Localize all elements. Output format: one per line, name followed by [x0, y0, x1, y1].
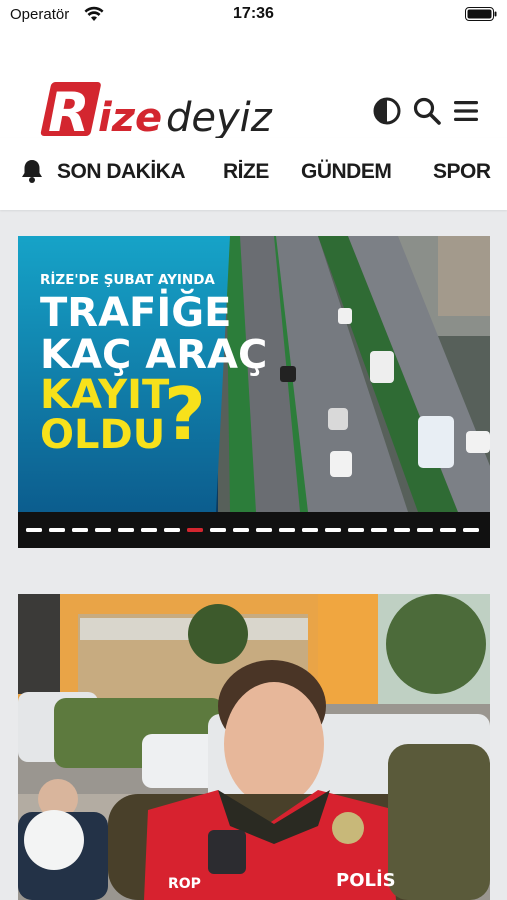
image-line-4: OLDU [40, 412, 166, 458]
slider-dot[interactable] [325, 528, 341, 532]
svg-text:ize: ize [98, 95, 162, 140]
news-card-police[interactable]: ROP POLİS [18, 594, 490, 900]
badge-text-right: POLİS [336, 870, 396, 891]
category-nav: SON DAKİKA RİZE GÜNDEM SPOR [0, 138, 507, 210]
menu-icon[interactable] [452, 96, 482, 126]
bell-icon [22, 160, 42, 183]
slider-dot[interactable] [417, 528, 433, 532]
battery-icon [465, 7, 497, 21]
contrast-icon[interactable] [372, 96, 402, 126]
slider-dot[interactable] [233, 528, 249, 532]
slider-dot[interactable] [141, 528, 157, 532]
nav-item-rize[interactable]: RİZE [223, 160, 269, 184]
slider-dot[interactable] [95, 528, 111, 532]
news-card-traffic[interactable]: RİZE'DE ŞUBAT AYINDA TRAFİĞE KAÇ ARAÇ KA… [18, 236, 490, 548]
slider-dot[interactable] [440, 528, 456, 532]
slider-dot[interactable] [26, 528, 42, 532]
svg-text:deyiz: deyiz [166, 95, 273, 140]
image-line-2: KAÇ ARAÇ [40, 332, 268, 378]
slider-dot[interactable] [72, 528, 88, 532]
news-image-police [18, 594, 490, 900]
image-line-1: TRAFİĞE [40, 290, 232, 336]
slider-dot[interactable] [49, 528, 65, 532]
slider-dot[interactable] [118, 528, 134, 532]
slider-dot-active[interactable] [187, 528, 203, 532]
image-kicker: RİZE'DE ŞUBAT AYINDA [40, 272, 215, 288]
nav-item-son-dakika[interactable]: SON DAKİKA [57, 160, 186, 184]
app-header: R ize deyiz [0, 30, 507, 140]
search-icon[interactable] [412, 96, 442, 126]
svg-text:R: R [48, 81, 90, 140]
rizedeyiz-logo[interactable]: R ize deyiz [38, 80, 298, 140]
badge-text-left: ROP [168, 876, 201, 892]
nav-item-spor[interactable]: SPOR [433, 160, 491, 184]
slider-dot[interactable] [210, 528, 226, 532]
clock: 17:36 [233, 5, 274, 22]
slider-dot[interactable] [164, 528, 180, 532]
slider-dot[interactable] [348, 528, 364, 532]
slider-dot[interactable] [463, 528, 479, 532]
nav-item-gundem[interactable]: GÜNDEM [301, 160, 392, 184]
image-line-3: KAYIT [40, 372, 170, 418]
slider-dot[interactable] [394, 528, 410, 532]
slider-dot[interactable] [256, 528, 272, 532]
slider-dot[interactable] [302, 528, 318, 532]
slider-dot[interactable] [279, 528, 295, 532]
question-mark: ? [164, 372, 206, 456]
slider-dot[interactable] [371, 528, 387, 532]
status-bar: Operatör 17:36 [0, 0, 507, 30]
